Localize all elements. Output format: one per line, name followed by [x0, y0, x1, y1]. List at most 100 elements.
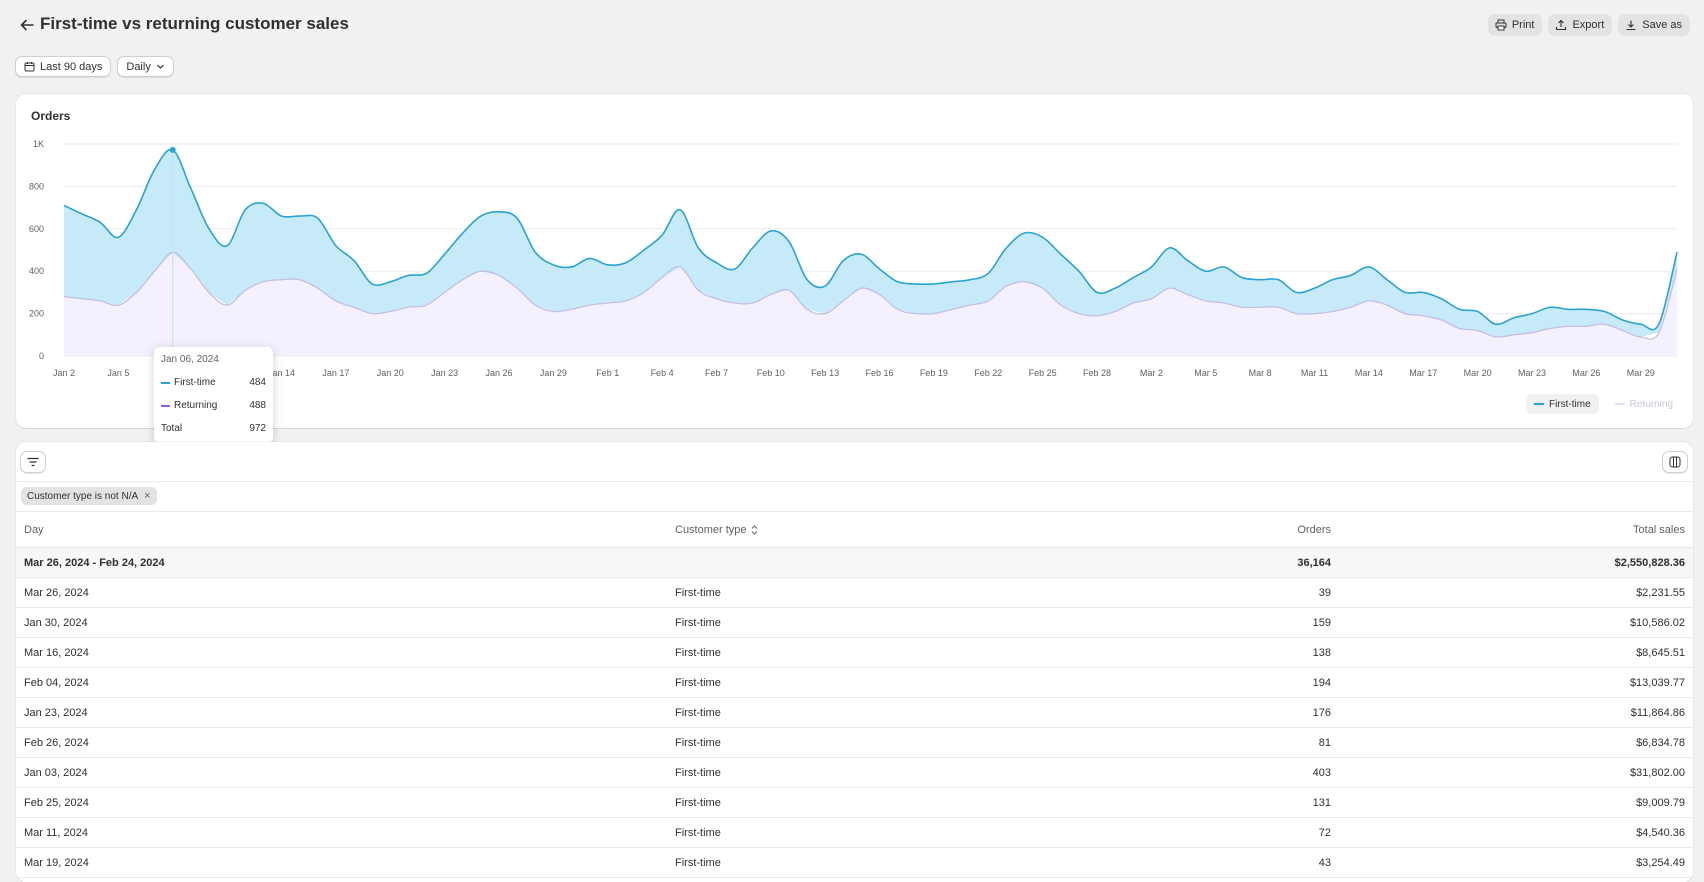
date-range-picker[interactable]: Last 90 days: [15, 56, 112, 77]
x-tick-label: Jan 5: [107, 368, 129, 378]
orders-chart-card: Orders 02004006008001KJan 2Jan 5Jan 8Jan…: [16, 94, 1693, 443]
table-row[interactable]: Feb 25, 2024 First-time 131 $9,009.79: [16, 788, 1693, 818]
returning-swatch: [161, 404, 170, 407]
table-row[interactable]: Jan 30, 2024 First-time 159 $10,586.02: [16, 608, 1693, 638]
export-button[interactable]: Export: [1548, 14, 1613, 36]
filter-button[interactable]: [20, 451, 46, 473]
y-tick-label: 600: [29, 224, 44, 234]
cell-total-sales: $13,039.77: [1629, 676, 1685, 689]
granularity-label: Daily: [126, 60, 151, 73]
save-as-button[interactable]: Save as: [1618, 14, 1690, 36]
cell-day: Mar 16, 2024: [24, 646, 89, 659]
applied-filters: Customer type is not N/A ×: [16, 482, 1693, 512]
cell-day: Jan 23, 2024: [24, 706, 88, 719]
column-header-orders[interactable]: Orders: [1297, 512, 1331, 547]
table-header: Day Customer type Orders Total sales: [16, 512, 1693, 548]
legend-swatch: [1614, 403, 1625, 405]
table-row[interactable]: Mar 19, 2024 First-time 43 $3,254.49: [16, 848, 1693, 878]
table-row[interactable]: Feb 26, 2024 First-time 81 $6,834.78: [16, 728, 1693, 758]
tooltip-total-label: Total: [161, 423, 183, 434]
page-title: First-time vs returning customer sales: [40, 14, 349, 33]
print-icon: [1495, 19, 1507, 31]
column-header-label: Customer type: [675, 523, 747, 536]
table-row[interactable]: Jan 03, 2024 First-time 403 $31,802.00: [16, 758, 1693, 788]
y-tick-label: 400: [29, 266, 44, 276]
arrow-left-icon: [20, 19, 34, 31]
cell-orders: 36,164: [1297, 556, 1331, 569]
filter-bar: Last 90 days Daily: [15, 56, 174, 77]
x-tick-label: Jan 17: [322, 368, 349, 378]
cell-day: Jan 03, 2024: [24, 766, 88, 779]
column-header-day[interactable]: Day: [24, 512, 44, 547]
date-range-label: Last 90 days: [40, 60, 103, 73]
x-tick-label: Feb 1: [596, 368, 619, 378]
legend-label: Returning: [1629, 398, 1673, 410]
table-summary-row: Mar 26, 2024 - Feb 24, 2024 36,164 $2,550,…: [16, 548, 1693, 578]
close-icon[interactable]: ×: [144, 490, 150, 502]
legend-item-returning[interactable]: Returning: [1607, 394, 1681, 414]
tooltip-total-value: 972: [249, 423, 266, 434]
y-tick-label: 1K: [33, 139, 44, 149]
x-tick-label: Mar 23: [1518, 368, 1546, 378]
cell-day: Feb 04, 2024: [24, 676, 89, 689]
x-tick-label: Feb 25: [1029, 368, 1057, 378]
cell-orders: 81: [1318, 736, 1331, 749]
sales-table-card: Customer type is not N/A × Day Customer …: [16, 442, 1693, 882]
tooltip-row-first-time: First-time 484: [161, 371, 266, 394]
chart-tooltip: Jan 06, 2024 First-time 484 Returning 48…: [154, 347, 273, 443]
tooltip-value: 484: [249, 377, 266, 388]
cell-orders: 159: [1312, 616, 1331, 629]
table-row[interactable]: Feb 04, 2024 First-time 194 $13,039.77: [16, 668, 1693, 698]
cell-customer-type: First-time: [675, 616, 721, 629]
column-header-customer-type[interactable]: Customer type: [675, 512, 758, 547]
hover-point: [169, 146, 176, 153]
table-row[interactable]: Mar 11, 2024 First-time 72 $4,540.36: [16, 818, 1693, 848]
cell-day: Jan 30, 2024: [24, 616, 88, 629]
back-button[interactable]: [16, 14, 38, 36]
cell-orders: 131: [1312, 796, 1331, 809]
cell-customer-type: First-time: [675, 706, 721, 719]
legend-item-first-time[interactable]: First-time: [1525, 394, 1599, 414]
filter-chip[interactable]: Customer type is not N/A ×: [21, 487, 157, 505]
table-row[interactable]: Jan 23, 2024 First-time 176 $11,864.86: [16, 698, 1693, 728]
filter-lines-icon: [27, 457, 39, 467]
cell-total-sales: $8,645.51: [1636, 646, 1685, 659]
x-tick-label: Jan 26: [485, 368, 512, 378]
cell-day: Mar 19, 2024: [24, 856, 89, 869]
x-tick-label: Jan 20: [377, 368, 404, 378]
print-button[interactable]: Print: [1487, 14, 1543, 36]
x-tick-label: Feb 13: [811, 368, 839, 378]
columns-button[interactable]: [1662, 451, 1688, 473]
save-as-label: Save as: [1642, 19, 1682, 31]
cell-customer-type: First-time: [675, 676, 721, 689]
x-tick-label: Mar 29: [1627, 368, 1655, 378]
x-tick-label: Mar 11: [1301, 368, 1328, 378]
legend-label: First-time: [1548, 398, 1591, 410]
sort-icon: [751, 524, 757, 535]
column-header-total-sales[interactable]: Total sales: [1633, 512, 1685, 547]
cell-customer-type: First-time: [675, 646, 721, 659]
x-tick-label: Feb 7: [705, 368, 728, 378]
cell-day: Feb 26, 2024: [24, 736, 89, 749]
x-tick-label: Mar 2: [1140, 368, 1163, 378]
granularity-select[interactable]: Daily: [117, 56, 174, 77]
cell-orders: 194: [1312, 676, 1331, 689]
cell-orders: 138: [1312, 646, 1331, 659]
y-tick-label: 200: [29, 309, 44, 319]
cell-customer-type: First-time: [675, 766, 721, 779]
cell-customer-type: First-time: [675, 856, 721, 869]
cell-total-sales: $6,834.78: [1636, 736, 1685, 749]
y-tick-label: 0: [39, 351, 44, 361]
chevron-down-icon: [156, 64, 164, 69]
page-header: First-time vs returning customer sales P…: [0, 0, 1704, 52]
table-row[interactable]: Mar 26, 2024 First-time 39 $2,231.55: [16, 578, 1693, 608]
x-tick-label: Mar 26: [1572, 368, 1600, 378]
cell-total-sales: $9,009.79: [1636, 796, 1685, 809]
cell-day: Mar 11, 2024: [24, 826, 89, 839]
cell-total-sales: $4,540.36: [1636, 826, 1685, 839]
first-time-swatch: [161, 381, 170, 384]
x-tick-label: Mar 14: [1355, 368, 1383, 378]
x-tick-label: Feb 10: [757, 368, 785, 378]
cell-customer-type: First-time: [675, 826, 721, 839]
table-row[interactable]: Mar 16, 2024 First-time 138 $8,645.51: [16, 638, 1693, 668]
